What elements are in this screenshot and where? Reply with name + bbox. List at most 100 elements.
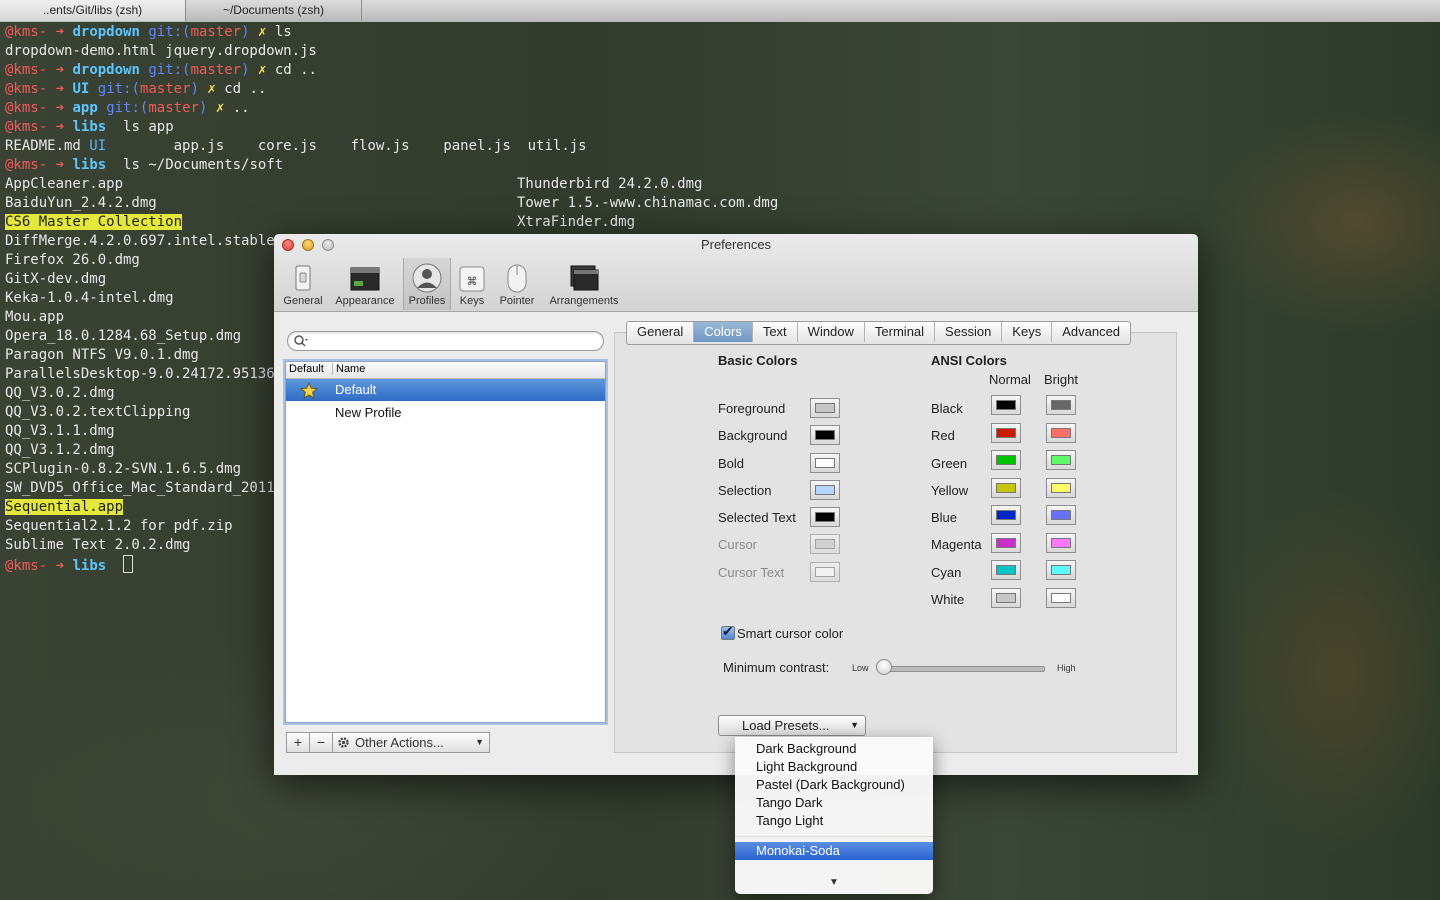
smart-cursor-checkbox[interactable]: ✔ xyxy=(721,623,735,640)
ansi-normal-header: Normal xyxy=(989,372,1031,387)
color-well-background[interactable] xyxy=(810,425,840,445)
profile-list[interactable]: Default Name Default New Profile xyxy=(285,361,606,723)
toolbar-profiles[interactable]: Profiles xyxy=(403,258,451,310)
load-presets-button[interactable]: Load Presets... ▼ xyxy=(718,715,866,736)
appearance-window-icon xyxy=(350,267,380,291)
remove-profile-button[interactable]: − xyxy=(309,732,333,753)
chevron-down-icon: ▼ xyxy=(475,737,484,747)
prompt-arrow: ➜ xyxy=(55,24,65,40)
file-entry: Sequential.app xyxy=(5,498,124,517)
color-chip xyxy=(1051,538,1071,548)
ansi-label: Yellow xyxy=(931,483,969,498)
color-label: Bold xyxy=(718,456,745,471)
profile-row-new[interactable]: New Profile xyxy=(286,402,605,424)
ansi-green-normal-well[interactable] xyxy=(991,450,1021,470)
toolbar-general[interactable]: General xyxy=(280,258,326,310)
menu-item-light-background[interactable]: Light Background xyxy=(735,758,933,776)
menu-item-monokai-soda[interactable]: Monokai-Soda xyxy=(735,842,933,860)
ansi-blue-bright-well[interactable] xyxy=(1046,505,1076,525)
prompt-arrow: ➜ xyxy=(55,558,65,574)
menu-item-pastel[interactable]: Pastel (Dark Background) xyxy=(735,776,933,794)
toolbar-arrangements[interactable]: Arrangements xyxy=(544,258,624,310)
color-well-cursor[interactable] xyxy=(810,534,840,554)
color-well-cursor-text[interactable] xyxy=(810,562,840,582)
tab-colors[interactable]: Colors xyxy=(694,322,753,342)
ansi-colors-title: ANSI Colors xyxy=(931,353,1007,368)
prompt-user: @kms- xyxy=(5,24,48,40)
color-well-bold[interactable] xyxy=(810,453,840,473)
terminal-tab-libs[interactable]: ..ents/Git/libs (zsh) xyxy=(0,0,186,21)
ansi-magenta-bright-well[interactable] xyxy=(1046,533,1076,553)
ansi-yellow-normal-well[interactable] xyxy=(991,478,1021,498)
ansi-red-bright-well[interactable] xyxy=(1046,423,1076,443)
file-entry: Tower 1.5.-www.chinamac.com.dmg xyxy=(517,195,779,211)
menu-scroll-down-icon[interactable]: ▼ xyxy=(735,877,933,888)
color-label: Cursor xyxy=(718,537,758,552)
window-title: Preferences xyxy=(700,237,772,252)
ansi-red-normal-well[interactable] xyxy=(991,423,1021,443)
output: dropdown-demo.html jquery.dropdown.js xyxy=(5,43,317,59)
output: app.js core.js flow.js panel.js util.js xyxy=(173,138,587,154)
ansi-label: Red xyxy=(931,428,955,443)
tab-advanced[interactable]: Advanced xyxy=(1052,322,1130,342)
color-well-foreground[interactable] xyxy=(810,398,840,418)
prompt-arrow: ➜ xyxy=(55,62,65,78)
prompt-dir: dropdown xyxy=(72,62,140,78)
toolbar-label: General xyxy=(283,295,323,307)
tab-keys[interactable]: Keys xyxy=(1002,322,1053,342)
toolbar-pointer[interactable]: Pointer xyxy=(494,258,540,310)
menu-item-label: Light Background xyxy=(756,759,858,774)
toolbar-appearance[interactable]: Appearance xyxy=(330,258,400,310)
column-name[interactable]: Name xyxy=(332,363,365,375)
terminal-line: @kms- ➜ libs ls app xyxy=(5,118,174,137)
profile-search-input[interactable] xyxy=(287,331,604,351)
tab-window[interactable]: Window xyxy=(798,322,865,342)
preferences-titlebar: Preferences General Appearance Profiles xyxy=(274,234,1198,312)
menu-item-label: Dark Background xyxy=(756,741,857,756)
file-entry: GitX-dev.dmg xyxy=(5,271,107,287)
ansi-label: White xyxy=(931,592,965,607)
toolbar-keys[interactable]: ⌘ Keys xyxy=(454,258,490,310)
ansi-white-bright-well[interactable] xyxy=(1046,588,1076,608)
ansi-label: Blue xyxy=(931,510,958,525)
terminal-tab-documents[interactable]: ~/Documents (zsh) xyxy=(186,0,362,21)
ansi-magenta-normal-well[interactable] xyxy=(991,533,1021,553)
tab-text[interactable]: Text xyxy=(753,322,798,342)
menu-item-tango-light[interactable]: Tango Light xyxy=(735,812,933,830)
basic-colors-title: Basic Colors xyxy=(718,353,798,368)
color-well-selection[interactable] xyxy=(810,480,840,500)
ansi-blue-normal-well[interactable] xyxy=(991,505,1021,525)
column-default[interactable]: Default xyxy=(289,363,324,375)
menu-item-tango-dark[interactable]: Tango Dark xyxy=(735,794,933,812)
prompt-arrow: ➜ xyxy=(55,100,65,116)
tab-session[interactable]: Session xyxy=(935,322,1003,342)
other-actions-button[interactable]: Other Actions... ▼ xyxy=(332,732,490,753)
add-profile-button[interactable]: + xyxy=(286,732,310,753)
menu-item-dark-background[interactable]: Dark Background xyxy=(735,740,933,758)
color-well-selected-text[interactable] xyxy=(810,507,840,527)
color-chip xyxy=(996,593,1016,603)
tab-terminal[interactable]: Terminal xyxy=(865,322,936,342)
file-entry: CS6 Master Collection xyxy=(5,213,183,232)
ansi-black-bright-well[interactable] xyxy=(1046,395,1076,415)
ansi-cyan-bright-well[interactable] xyxy=(1046,560,1076,580)
command: ls app xyxy=(123,119,174,135)
ansi-label: Green xyxy=(931,456,968,471)
color-chip xyxy=(1051,455,1071,465)
toolbar-label: Profiles xyxy=(408,295,446,307)
ansi-black-normal-well[interactable] xyxy=(991,395,1021,415)
tab-general[interactable]: General xyxy=(627,322,695,342)
ansi-yellow-bright-well[interactable] xyxy=(1046,478,1076,498)
file-entry: BaiduYun_2.4.2.dmg xyxy=(5,195,157,211)
contrast-slider-track[interactable] xyxy=(878,666,1045,672)
contrast-slider-knob[interactable] xyxy=(876,659,892,675)
ansi-white-normal-well[interactable] xyxy=(991,588,1021,608)
ansi-green-bright-well[interactable] xyxy=(1046,450,1076,470)
chevron-down-icon: ▼ xyxy=(850,720,859,730)
ansi-cyan-normal-well[interactable] xyxy=(991,560,1021,580)
terminal-line: @kms- ➜ UI git:(master) ✗ cd .. xyxy=(5,80,266,99)
profile-row-default[interactable]: Default xyxy=(286,379,605,401)
git-branch: master xyxy=(148,100,199,116)
svg-text:⌘: ⌘ xyxy=(467,275,478,288)
terminal-tab-bar: ..ents/Git/libs (zsh) ~/Documents (zsh) xyxy=(0,0,1440,23)
